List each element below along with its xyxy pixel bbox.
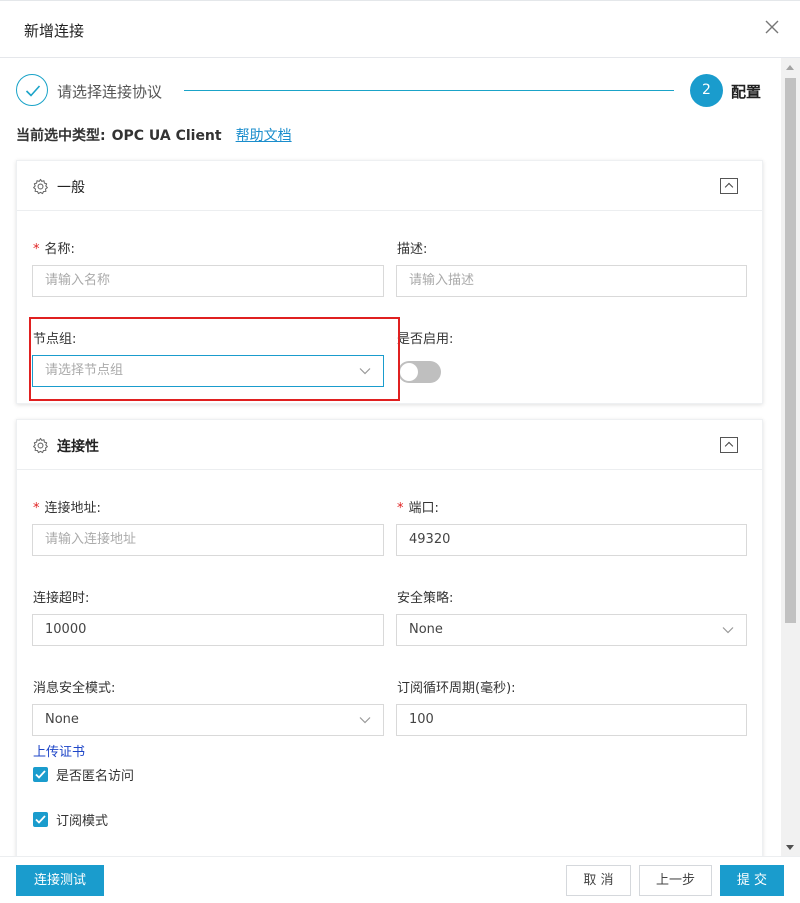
gear-icon — [33, 178, 48, 195]
general-section-title: 一般 — [57, 180, 85, 196]
collapse-general-button[interactable] — [720, 178, 738, 194]
description-label: 描述: — [397, 242, 428, 257]
step-2-indicator: 2 — [690, 74, 723, 107]
timeout-input[interactable]: 10000 — [32, 614, 384, 646]
scrollbar-thumb[interactable] — [785, 78, 796, 623]
chevron-down-icon — [359, 717, 371, 724]
required-mark: * — [33, 242, 40, 257]
vertical-scrollbar[interactable] — [781, 58, 800, 856]
submit-button[interactable]: 提 交 — [720, 865, 784, 896]
close-icon[interactable] — [764, 19, 780, 35]
name-label-text: 名称: — [44, 242, 75, 257]
check-icon — [25, 85, 41, 97]
checkmark-icon — [35, 770, 46, 779]
description-input[interactable]: 请输入描述 — [396, 265, 747, 297]
cancel-button[interactable]: 取 消 — [566, 865, 631, 896]
selected-type-line: 当前选中类型: OPC UA Client 帮助文档 — [16, 125, 292, 145]
name-input[interactable]: 请输入名称 — [32, 265, 384, 297]
anonymous-label: 是否匿名访问 — [56, 769, 135, 784]
steps-bar: 请选择连接协议 2 配置 — [16, 74, 766, 108]
gear-icon — [33, 437, 48, 454]
subscription-period-input[interactable]: 100 — [396, 704, 747, 736]
checkmark-icon — [35, 815, 46, 824]
step-1-label: 请选择连接协议 — [57, 83, 163, 101]
security-policy-select[interactable]: None — [396, 614, 747, 646]
message-mode-select[interactable]: None — [32, 704, 384, 736]
anonymous-checkbox[interactable] — [33, 767, 48, 782]
timeout-label: 连接超时: — [33, 591, 90, 606]
upload-certificate-link[interactable]: 上传证书 — [33, 741, 85, 760]
message-mode-label: 消息安全模式: — [33, 681, 116, 696]
test-connection-button[interactable]: 连接测试 — [16, 865, 104, 896]
selected-type-value: OPC UA Client — [111, 128, 222, 144]
scroll-down-arrow-icon[interactable] — [786, 845, 794, 850]
general-section: 一般 * 名称: 请输入名称 描述: 请输入描述 节点组: 请选择节点组 是否启用… — [16, 160, 763, 404]
port-label: * 端口: — [397, 497, 439, 516]
security-policy-label: 安全策略: — [397, 591, 454, 606]
step-connector-line — [184, 90, 674, 91]
node-group-label: 节点组: — [33, 332, 77, 347]
general-section-header: 一般 — [17, 161, 762, 211]
subscription-period-label: 订阅循环周期(毫秒): — [397, 681, 516, 696]
address-label: * 连接地址: — [33, 497, 101, 516]
step-1-done-indicator — [16, 74, 48, 106]
help-doc-link[interactable]: 帮助文档 — [236, 128, 292, 144]
name-label: * 名称: — [33, 238, 75, 257]
subscribe-mode-checkbox[interactable] — [33, 812, 48, 827]
connectivity-section-header: 连接性 — [17, 420, 762, 470]
new-connection-dialog: 新增连接 请选择连接协议 2 配置 当前选中类型: OPC UA Client 帮助… — [0, 0, 800, 903]
connectivity-section: 连接性 * 连接地址: 请输入连接地址 * 端口: 49320 连接超时: 1000… — [16, 419, 763, 856]
chevron-down-icon — [359, 368, 371, 375]
node-group-select[interactable]: 请选择节点组 — [32, 355, 384, 387]
enable-toggle[interactable] — [398, 361, 441, 383]
enable-label: 是否启用: — [397, 332, 454, 347]
port-label-text: 端口: — [408, 501, 439, 516]
scroll-up-arrow-icon[interactable] — [786, 65, 794, 70]
security-policy-value: None — [409, 622, 443, 637]
address-input[interactable]: 请输入连接地址 — [32, 524, 384, 556]
required-mark: * — [33, 501, 40, 516]
node-group-placeholder: 请选择节点组 — [45, 363, 124, 378]
chevron-down-icon — [722, 627, 734, 634]
dialog-body: 请选择连接协议 2 配置 当前选中类型: OPC UA Client 帮助文档 一般… — [0, 58, 800, 856]
previous-step-button[interactable]: 上一步 — [639, 865, 712, 896]
dialog-title: 新增连接 — [24, 22, 85, 40]
collapse-connectivity-button[interactable] — [720, 437, 738, 453]
message-mode-value: None — [45, 712, 79, 727]
connectivity-section-title: 连接性 — [57, 439, 99, 455]
required-mark: * — [397, 501, 404, 516]
port-input[interactable]: 49320 — [396, 524, 747, 556]
dialog-header: 新增连接 — [0, 1, 800, 58]
selected-type-label: 当前选中类型: — [16, 128, 106, 144]
step-2-label: 配置 — [731, 83, 762, 101]
dialog-footer: 连接测试 取 消 上一步 提 交 — [0, 856, 800, 903]
address-label-text: 连接地址: — [44, 501, 101, 516]
subscribe-mode-label: 订阅模式 — [56, 814, 109, 829]
